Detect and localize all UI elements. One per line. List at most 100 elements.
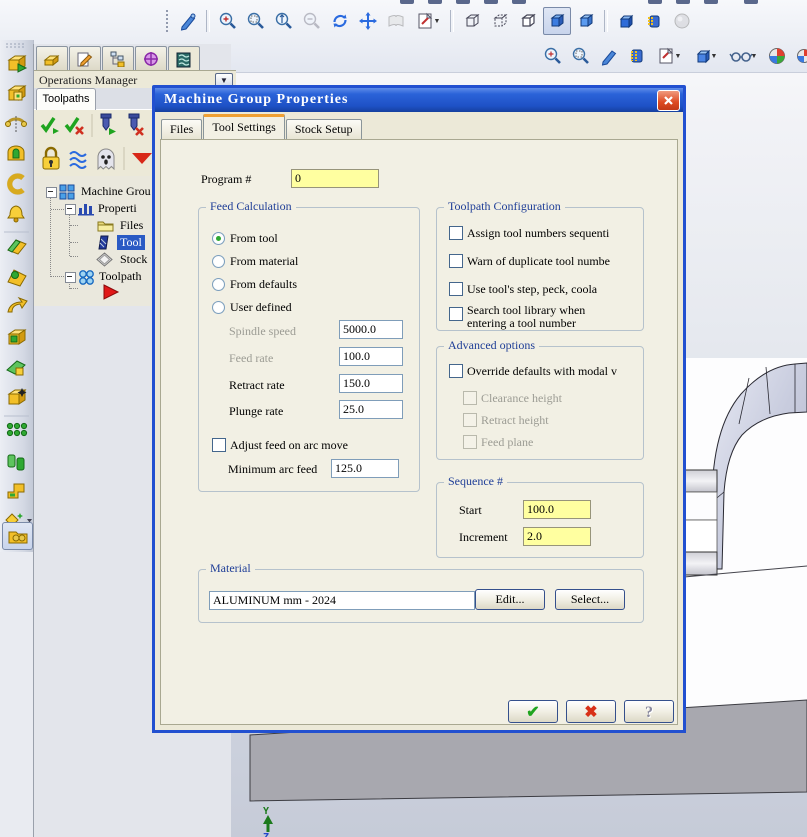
curved-arrow-icon[interactable] <box>8 298 27 312</box>
tool-play-icon[interactable] <box>101 114 116 135</box>
material-edit-button[interactable]: Edit... <box>475 589 545 610</box>
tab-stock-setup[interactable]: Stock Setup <box>286 119 362 139</box>
crown-icon[interactable] <box>8 146 24 160</box>
tree-label[interactable]: Toolpath <box>99 269 142 284</box>
cube-hidden-line-icon[interactable] <box>487 8 513 34</box>
bracket-icon[interactable] <box>8 484 24 498</box>
tool-x-icon[interactable] <box>129 114 143 135</box>
screen-page-icon[interactable]: ▼ <box>411 8 445 34</box>
waves-icon[interactable] <box>70 152 86 168</box>
radio-from-defaults[interactable] <box>212 278 225 291</box>
warn-duplicate-checkbox[interactable] <box>449 254 463 268</box>
cube-sparkle-icon[interactable] <box>9 388 27 404</box>
glasses-dropdown-icon[interactable]: ▼ <box>724 43 762 69</box>
radio-user-defined[interactable] <box>212 301 225 314</box>
zoom-out-icon[interactable] <box>299 8 325 34</box>
override-defaults-checkbox[interactable] <box>449 364 463 378</box>
tab-notes-icon[interactable] <box>69 46 101 70</box>
rotate-swivel-icon[interactable] <box>6 116 27 132</box>
tree-label[interactable]: Machine Grou <box>81 184 151 199</box>
cube-square-icon[interactable] <box>9 86 25 100</box>
radio-from-tool[interactable] <box>212 232 225 245</box>
zoom-window-icon[interactable] <box>568 43 594 69</box>
tab-wcs-icon[interactable] <box>135 46 167 70</box>
cube-coil-icon[interactable] <box>641 8 667 34</box>
spindle-speed-input[interactable] <box>339 320 403 339</box>
cube-shaded-icon[interactable] <box>543 7 571 35</box>
toolbar-grip[interactable] <box>165 9 170 33</box>
dialog-titlebar[interactable]: Machine Group Properties <box>155 88 683 112</box>
zoom-in-icon[interactable] <box>540 43 566 69</box>
expand-toggle[interactable] <box>46 187 57 198</box>
ok-button[interactable]: ✔ <box>508 700 558 723</box>
gem-chamfer-icon[interactable] <box>8 270 26 286</box>
folder-gears-button[interactable] <box>2 522 33 550</box>
tab-files[interactable]: Files <box>161 119 202 139</box>
adjust-feed-arc-checkbox[interactable] <box>212 438 226 452</box>
gem-icon[interactable] <box>8 240 26 254</box>
material-input[interactable] <box>209 591 475 610</box>
repaint-icon[interactable] <box>327 8 353 34</box>
color-sphere-icon[interactable] <box>764 43 790 69</box>
retract-height-checkbox[interactable] <box>463 413 477 427</box>
tree-label[interactable]: Files <box>120 218 143 233</box>
program-input[interactable] <box>291 169 379 188</box>
page-dropdown-icon[interactable]: ▼ <box>652 43 686 69</box>
dots-grid-icon[interactable] <box>7 423 26 435</box>
start-input[interactable] <box>523 500 591 519</box>
lock-icon[interactable] <box>43 148 59 169</box>
cube-outline-icon[interactable] <box>515 8 541 34</box>
min-arc-feed-input[interactable] <box>331 459 399 478</box>
search-tool-library-checkbox[interactable] <box>449 307 463 321</box>
assign-tool-numbers-checkbox[interactable] <box>449 226 463 240</box>
radio-from-material[interactable] <box>212 255 225 268</box>
tree-label[interactable]: Properti <box>98 201 137 216</box>
color-sphere-flag-icon[interactable]: ▼ <box>792 43 807 69</box>
tab-toolpaths[interactable]: Toolpaths <box>36 88 96 110</box>
close-button[interactable] <box>657 90 680 111</box>
triangle-down-icon[interactable] <box>132 153 152 164</box>
use-tool-step-checkbox[interactable] <box>449 282 463 296</box>
feed-plane-checkbox[interactable] <box>463 435 477 449</box>
material-select-button[interactable]: Select... <box>555 589 625 610</box>
increment-input[interactable] <box>523 527 591 546</box>
ghost-icon[interactable] <box>98 149 114 169</box>
cube-blue-icon[interactable] <box>613 8 639 34</box>
feed-rate-input[interactable] <box>339 347 403 366</box>
cube-shaded-edges-icon[interactable] <box>573 8 599 34</box>
clearance-height-checkbox[interactable] <box>463 391 477 405</box>
zoom-window-icon[interactable] <box>243 8 269 34</box>
toolpath-configuration-group: Toolpath Configuration Assign tool numbe… <box>436 207 644 331</box>
wedge-square-icon[interactable] <box>7 361 25 375</box>
pointer-icon[interactable] <box>175 8 201 34</box>
gray-book-icon[interactable] <box>383 8 409 34</box>
tree-label[interactable]: Stock <box>120 252 147 267</box>
zoom-in-icon[interactable] <box>215 8 241 34</box>
tab-solids-icon[interactable] <box>36 46 68 70</box>
cube-dropdown-icon[interactable]: ▼ <box>688 43 722 69</box>
cube-green-face-icon[interactable] <box>9 330 25 344</box>
sphere-gray-icon[interactable] <box>669 8 695 34</box>
help-button[interactable]: ? <box>624 700 674 723</box>
pointer-icon[interactable] <box>596 43 622 69</box>
tab-hierarchy-icon[interactable] <box>102 46 134 70</box>
tab-tool-settings[interactable]: Tool Settings <box>203 114 285 139</box>
cancel-button[interactable]: ✖ <box>566 700 616 723</box>
cube-wireframe-icon[interactable] <box>459 8 485 34</box>
retract-rate-input[interactable] <box>339 374 403 393</box>
paired-shapes-icon[interactable] <box>8 455 24 470</box>
arc-magnet-icon[interactable] <box>10 176 23 192</box>
ok-check-icon: ✔ <box>526 704 539 721</box>
tree-label-selected[interactable]: Tool <box>117 235 145 250</box>
plunge-rate-input[interactable] <box>339 400 403 419</box>
expand-toggle[interactable] <box>65 272 76 283</box>
tab-toolpaths-manager-icon[interactable] <box>168 46 200 72</box>
zoom-target-icon[interactable] <box>271 8 297 34</box>
pan-icon[interactable] <box>355 8 381 34</box>
select-check-play-icon[interactable] <box>42 118 59 134</box>
cube-arrow-icon[interactable] <box>9 56 26 72</box>
bell-icon[interactable] <box>8 206 24 222</box>
select-check-x-icon[interactable] <box>66 118 83 134</box>
expand-toggle[interactable] <box>65 204 76 215</box>
magnet-cube-icon[interactable] <box>624 43 650 69</box>
